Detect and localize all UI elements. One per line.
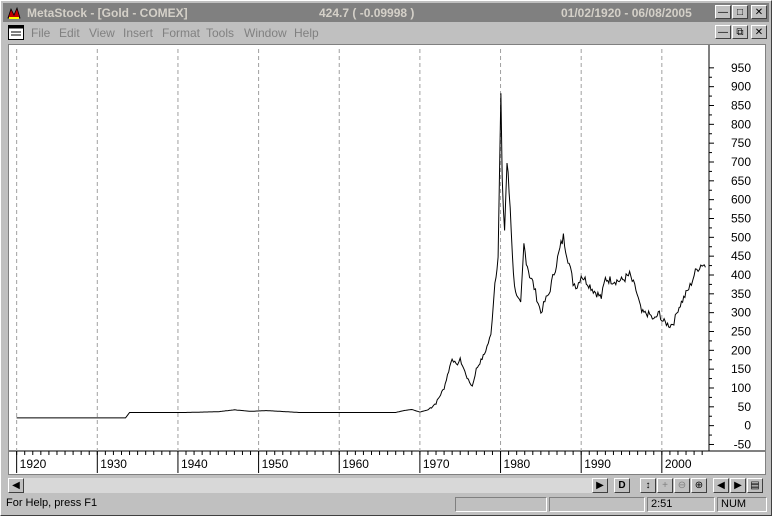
y-tick-label: 850 bbox=[731, 98, 751, 112]
updown-arrows-icon: ↕ bbox=[645, 480, 651, 491]
menu-tools[interactable]: Tools bbox=[206, 26, 234, 40]
x-tick-label: 1940 bbox=[181, 457, 208, 471]
minimize-icon: — bbox=[718, 27, 728, 38]
doc-close-button[interactable]: ✕ bbox=[751, 25, 767, 39]
x-tick-label: 1980 bbox=[504, 457, 531, 471]
price-series-line bbox=[16, 93, 706, 419]
menu-insert[interactable]: Insert bbox=[123, 26, 153, 40]
menu-edit[interactable]: Edit bbox=[59, 26, 80, 40]
date-range: 01/02/1920 - 06/08/2005 bbox=[561, 6, 692, 20]
y-tick-label: 0 bbox=[744, 419, 751, 433]
status-pane-1 bbox=[455, 497, 547, 512]
chart-pane[interactable]: 1920 1930 1940 1950 1960 1970 1980 1990 2000 950 9… bbox=[8, 44, 766, 475]
doc-minimize-button[interactable]: — bbox=[715, 25, 731, 39]
zoom-out-button[interactable]: ⊖ bbox=[674, 478, 690, 493]
close-icon: ✕ bbox=[754, 27, 764, 38]
period-button[interactable]: D bbox=[614, 478, 630, 493]
y-tick-label: 950 bbox=[731, 61, 751, 75]
minimize-icon: — bbox=[718, 7, 728, 18]
arrow-right-icon: ▶ bbox=[734, 480, 742, 491]
app-window: MetaStock - [Gold - COMEX] 424.7 ( -0.09… bbox=[0, 0, 772, 516]
scale-toggle-button[interactable]: ↕ bbox=[640, 478, 656, 493]
close-button[interactable]: ✕ bbox=[751, 5, 767, 19]
y-tick-label: 650 bbox=[731, 174, 751, 188]
menu-format[interactable]: Format bbox=[162, 26, 200, 40]
window-icon: ▤ bbox=[750, 480, 760, 491]
arrow-left-icon: ◀ bbox=[717, 480, 725, 491]
window-title: MetaStock - [Gold - COMEX] bbox=[27, 6, 188, 20]
x-tick-label: 1920 bbox=[20, 457, 47, 471]
price-readout: 424.7 ( -0.09998 ) bbox=[319, 6, 415, 20]
menu-window[interactable]: Window bbox=[244, 26, 287, 40]
x-tick-label: 1950 bbox=[262, 457, 289, 471]
menu-bar: File Edit View Insert Format Tools Windo… bbox=[3, 23, 769, 43]
x-tick-label: 2000 bbox=[665, 457, 692, 471]
scroll-left-button[interactable]: ◀ bbox=[8, 478, 24, 493]
status-num: NUM bbox=[717, 497, 767, 512]
maximize-button[interactable]: □ bbox=[732, 5, 748, 19]
page-left-button[interactable]: ◀ bbox=[713, 478, 729, 493]
y-tick-label: 600 bbox=[731, 193, 751, 207]
metastock-app-icon[interactable] bbox=[6, 5, 22, 21]
y-tick-label: 750 bbox=[731, 136, 751, 150]
y-tick-label: 300 bbox=[731, 306, 751, 320]
y-tick-label: 400 bbox=[731, 268, 751, 282]
document-control-icon[interactable] bbox=[8, 25, 24, 40]
fit-window-button[interactable]: ▤ bbox=[747, 478, 763, 493]
menu-view[interactable]: View bbox=[89, 26, 115, 40]
y-tick-label: -50 bbox=[734, 437, 752, 451]
doc-restore-button[interactable]: ⧉ bbox=[732, 25, 748, 39]
y-tick-label: 450 bbox=[731, 249, 751, 263]
y-tick-label: 550 bbox=[731, 211, 751, 225]
zoom-in-icon: ⊕ bbox=[694, 480, 704, 491]
price-chart[interactable]: 1920 1930 1940 1950 1960 1970 1980 1990 20009509… bbox=[9, 45, 765, 474]
x-tick-label: 1930 bbox=[100, 457, 127, 471]
scroll-track[interactable] bbox=[24, 478, 592, 493]
zoom-out-icon: ⊖ bbox=[677, 480, 687, 491]
y-tick-label: 150 bbox=[731, 362, 751, 376]
close-icon: ✕ bbox=[754, 7, 764, 18]
y-tick-label: 800 bbox=[731, 117, 751, 131]
y-tick-label: 500 bbox=[731, 230, 751, 244]
y-tick-label: 700 bbox=[731, 155, 751, 169]
help-status: For Help, press F1 bbox=[6, 497, 98, 509]
arrow-left-icon: ◀ bbox=[12, 480, 20, 491]
scroll-right-button[interactable]: ▶ bbox=[592, 478, 608, 493]
restore-icon: ⧉ bbox=[736, 27, 744, 38]
zoom-in-button[interactable]: ⊕ bbox=[691, 478, 707, 493]
status-pane-2 bbox=[549, 497, 645, 512]
y-tick-label: 350 bbox=[731, 287, 751, 301]
maximize-icon: □ bbox=[736, 7, 744, 18]
y-tick-label: 250 bbox=[731, 324, 751, 338]
period-label: D bbox=[618, 480, 626, 491]
menu-help[interactable]: Help bbox=[294, 26, 319, 40]
y-tick-label: 200 bbox=[731, 343, 751, 357]
page-right-button[interactable]: ▶ bbox=[730, 478, 746, 493]
minimize-button[interactable]: — bbox=[715, 5, 731, 19]
status-bar: For Help, press F1 2:51 NUM bbox=[3, 496, 769, 514]
x-tick-label: 1960 bbox=[342, 457, 369, 471]
y-tick-label: 100 bbox=[731, 381, 751, 395]
status-time: 2:51 bbox=[647, 497, 715, 512]
x-tick-label: 1990 bbox=[584, 457, 611, 471]
y-tick-label: 900 bbox=[731, 80, 751, 94]
title-bar[interactable]: MetaStock - [Gold - COMEX] 424.7 ( -0.09… bbox=[3, 3, 769, 22]
horizontal-scrollbar[interactable]: ◀ ▶ D ↕ + ⊖ ⊕ ◀ ▶ ▤ bbox=[8, 477, 766, 494]
arrow-right-icon: ▶ bbox=[596, 480, 604, 491]
crosshair-button[interactable]: + bbox=[657, 478, 673, 493]
crosshair-icon: + bbox=[662, 480, 668, 491]
menu-file[interactable]: File bbox=[31, 26, 50, 40]
x-tick-label: 1970 bbox=[423, 457, 450, 471]
y-tick-label: 50 bbox=[738, 400, 752, 414]
